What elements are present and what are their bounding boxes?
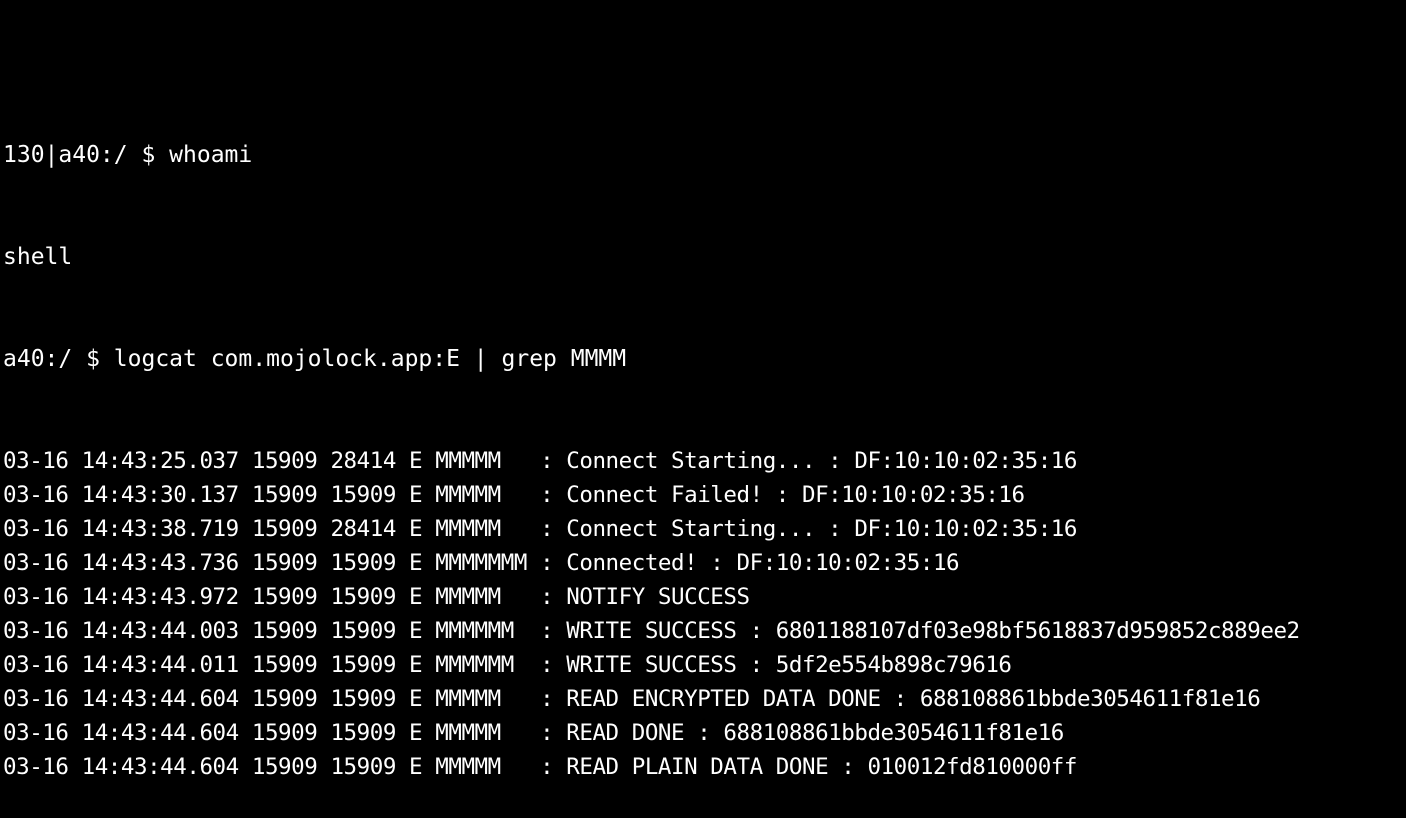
log-pid: 15909 — [251, 482, 318, 508]
log-tag: MMMMMM — [435, 618, 527, 644]
log-time: 14:43:25.037 — [81, 448, 240, 474]
output-line-shell: shell — [3, 244, 73, 270]
log-line: 03-16 14:43:44.604 15909 15909 E MMMMM :… — [3, 750, 1406, 784]
log-level: E — [409, 482, 423, 508]
log-level: E — [409, 584, 423, 610]
log-tid: 15909 — [330, 754, 396, 780]
log-pid: 15909 — [251, 686, 318, 712]
log-tid: 15909 — [330, 652, 396, 678]
log-tid: 15909 — [330, 482, 396, 508]
log-pid: 15909 — [251, 754, 318, 780]
log-pid: 15909 — [251, 618, 318, 644]
log-date: 03-16 — [3, 686, 69, 712]
log-tid: 15909 — [330, 584, 396, 610]
log-line: 03-16 14:43:43.736 15909 15909 E MMMMMMM… — [3, 546, 1406, 580]
log-date: 03-16 — [3, 516, 69, 542]
log-date: 03-16 — [3, 482, 69, 508]
log-line: 03-16 14:43:44.604 15909 15909 E MMMMM :… — [3, 682, 1406, 716]
log-date: 03-16 — [3, 448, 69, 474]
log-pid: 15909 — [251, 652, 318, 678]
log-tag: MMMMM — [435, 448, 527, 474]
log-tid: 28414 — [330, 516, 396, 542]
log-time: 14:43:44.604 — [81, 686, 240, 712]
log-pid: 15909 — [251, 448, 318, 474]
log-level: E — [409, 720, 423, 746]
log-message: : READ PLAIN DATA DONE : 010012fd810000f… — [540, 754, 1078, 780]
log-level: E — [409, 754, 423, 780]
log-time: 14:43:44.011 — [81, 652, 240, 678]
log-message: : Connected! : DF:10:10:02:35:16 — [540, 550, 960, 576]
log-tid: 15909 — [330, 618, 396, 644]
log-time: 14:43:43.736 — [81, 550, 240, 576]
log-date: 03-16 — [3, 584, 69, 610]
command-line-logcat: a40:/ $ logcat com.mojolock.app:E | grep… — [3, 346, 627, 372]
log-line: 03-16 14:43:25.037 15909 28414 E MMMMM :… — [3, 444, 1406, 478]
log-time: 14:43:30.137 — [81, 482, 240, 508]
log-level: E — [409, 448, 423, 474]
log-tag: MMMMM — [435, 482, 527, 508]
log-line: 03-16 14:43:43.972 15909 15909 E MMMMM :… — [3, 580, 1406, 614]
log-date: 03-16 — [3, 754, 69, 780]
log-line: 03-16 14:43:44.604 15909 15909 E MMMMM :… — [3, 716, 1406, 750]
log-time: 14:43:43.972 — [81, 584, 240, 610]
log-tid: 15909 — [330, 686, 396, 712]
log-level: E — [409, 516, 423, 542]
log-level: E — [409, 550, 423, 576]
log-tid: 15909 — [330, 550, 396, 576]
log-tag: MMMMM — [435, 686, 527, 712]
log-time: 14:43:44.003 — [81, 618, 240, 644]
log-tag: MMMMM — [435, 754, 527, 780]
log-level: E — [409, 618, 423, 644]
log-line: 03-16 14:43:30.137 15909 15909 E MMMMM :… — [3, 478, 1406, 512]
log-output: 03-16 14:43:25.037 15909 28414 E MMMMM :… — [3, 444, 1406, 784]
log-pid: 15909 — [251, 550, 318, 576]
log-time: 14:43:38.719 — [81, 516, 240, 542]
log-pid: 15909 — [251, 516, 318, 542]
log-tag: MMMMM — [435, 516, 527, 542]
log-date: 03-16 — [3, 652, 69, 678]
log-message: : READ ENCRYPTED DATA DONE : 688108861bb… — [540, 686, 1261, 712]
log-pid: 15909 — [251, 720, 318, 746]
log-message: : Connect Starting... : DF:10:10:02:35:1… — [540, 448, 1078, 474]
log-date: 03-16 — [3, 550, 69, 576]
log-tag: MMMMMMM — [435, 550, 527, 576]
log-time: 14:43:44.604 — [81, 720, 240, 746]
log-pid: 15909 — [251, 584, 318, 610]
log-tag: MMMMMM — [435, 652, 527, 678]
log-date: 03-16 — [3, 618, 69, 644]
log-date: 03-16 — [3, 720, 69, 746]
previous-prompt-fragment: a — [3, 60, 1406, 70]
command-line-whoami: 130|a40:/ $ whoami — [3, 142, 253, 168]
log-message: : READ DONE : 688108861bbde3054611f81e16 — [540, 720, 1064, 746]
log-message: : Connect Failed! : DF:10:10:02:35:16 — [540, 482, 1025, 508]
log-message: : NOTIFY SUCCESS — [540, 584, 750, 610]
log-tag: MMMMM — [435, 584, 527, 610]
log-tag: MMMMM — [435, 720, 527, 746]
log-level: E — [409, 652, 423, 678]
log-line: 03-16 14:43:44.011 15909 15909 E MMMMMM … — [3, 648, 1406, 682]
log-tid: 28414 — [330, 448, 396, 474]
log-level: E — [409, 686, 423, 712]
log-message: : WRITE SUCCESS : 6801188107df03e98bf561… — [540, 618, 1300, 644]
log-tid: 15909 — [330, 720, 396, 746]
terminal-window[interactable]: a 130|a40:/ $ whoami shell a40:/ $ logca… — [0, 0, 1406, 780]
log-message: : Connect Starting... : DF:10:10:02:35:1… — [540, 516, 1078, 542]
log-line: 03-16 14:43:38.719 15909 28414 E MMMMM :… — [3, 512, 1406, 546]
log-message: : WRITE SUCCESS : 5df2e554b898c79616 — [540, 652, 1012, 678]
log-time: 14:43:44.604 — [81, 754, 240, 780]
log-line: 03-16 14:43:44.003 15909 15909 E MMMMMM … — [3, 614, 1406, 648]
